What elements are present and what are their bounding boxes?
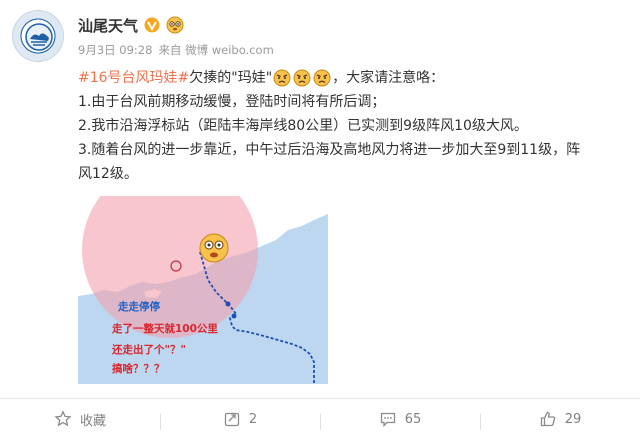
comment-icon xyxy=(380,412,395,428)
thumbs-up-icon xyxy=(540,411,555,427)
name-row: 汕尾天气 xyxy=(78,14,184,36)
shocked-emoji-icon xyxy=(199,233,229,263)
favorite-button[interactable]: 收藏 xyxy=(0,410,160,429)
track-point xyxy=(231,313,237,319)
weibo-post: 汕尾天气 9月3日 09:28 来自 微博 weibo.com #16号台风玛娃… xyxy=(0,0,640,439)
username[interactable]: 汕尾天气 xyxy=(78,15,138,36)
post-line-1-tail: ，大家请注意咯： xyxy=(332,70,445,86)
comment-button[interactable]: 65 xyxy=(320,410,480,430)
typhoon-track-image[interactable]: 走走停停 走了一整天就100公里 还走出了个"？" 搞啥？？？ xyxy=(78,196,328,384)
typhoon-map: 走走停停 走了一整天就100公里 还走出了个"？" 搞啥？？？ xyxy=(78,196,328,384)
post-meta: 9月3日 09:28 来自 微博 weibo.com xyxy=(78,42,274,58)
annotation-1: 走走停停 xyxy=(117,300,160,313)
track-point xyxy=(225,301,231,307)
post-line-5: 风12级。 xyxy=(78,166,138,182)
verified-icon xyxy=(144,17,160,33)
like-button[interactable]: 29 xyxy=(480,410,640,430)
avatar[interactable] xyxy=(12,10,64,62)
weather-logo-icon xyxy=(25,23,53,51)
post-line-3: 2.我市沿海浮标站（距陆丰海岸线80公里）已实测到9级阵风10级大风。 xyxy=(78,118,528,134)
post-source[interactable]: 来自 微博 weibo.com xyxy=(158,42,273,58)
annotation-2: 走了一整天就100公里 xyxy=(111,322,218,335)
annotation-3: 还走出了个"？" xyxy=(111,343,186,356)
action-bar: 收藏 2 65 29 xyxy=(0,398,640,439)
repost-count: 2 xyxy=(248,411,258,427)
member-emoji-icon xyxy=(166,16,184,34)
post-line-4: 3.随着台风的进一步靠近，中午过后沿海及高地风力将进一步加大至9到11级，阵 xyxy=(78,142,581,158)
star-icon xyxy=(54,410,72,427)
post-date[interactable]: 9月3日 09:28 xyxy=(78,42,152,58)
like-count: 29 xyxy=(564,411,582,427)
post-line-2: 1.由于台风前期移动缓慢，登陆时间将有所后调； xyxy=(78,94,386,110)
angry-face-icon xyxy=(273,69,291,87)
annotation-4: 搞啥？？？ xyxy=(112,362,165,375)
hashtag-link[interactable]: #16号台风玛娃# xyxy=(78,66,189,90)
post-text: #16号台风玛娃# 欠揍的"玛娃" ，大家请注意咯： 1.由于台风前期移动缓慢，… xyxy=(78,66,630,186)
post-line-1: #16号台风玛娃# 欠揍的"玛娃" ，大家请注意咯： xyxy=(78,66,630,90)
post-line-1-text: 欠揍的"玛娃" xyxy=(189,70,273,86)
repost-button[interactable]: 2 xyxy=(160,410,320,430)
favorite-label: 收藏 xyxy=(79,413,106,429)
angry-face-icon xyxy=(313,69,331,87)
repost-icon xyxy=(224,412,240,427)
angry-face-icon xyxy=(293,69,311,87)
comment-count: 65 xyxy=(404,411,422,427)
